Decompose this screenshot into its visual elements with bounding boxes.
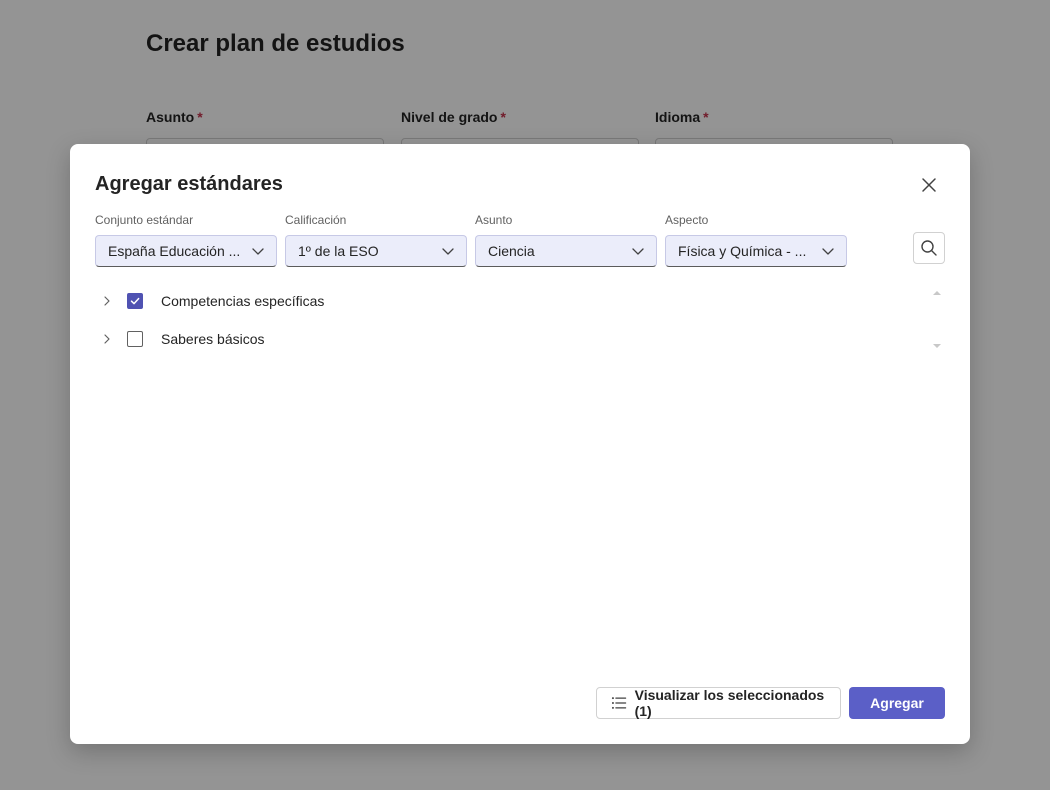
- filter-subject: Asunto Ciencia: [475, 212, 657, 267]
- add-button[interactable]: Agregar: [849, 687, 945, 719]
- chevron-right-icon: [104, 334, 110, 344]
- list-icon: [611, 697, 627, 709]
- chevron-down-icon: [822, 248, 834, 255]
- checkmark-icon: [130, 297, 140, 305]
- scroll-down-arrow[interactable]: [932, 342, 942, 350]
- chevron-down-icon: [252, 248, 264, 255]
- filter-subject-label: Asunto: [475, 213, 513, 227]
- aspect-value: Física y Química - ...: [678, 243, 807, 259]
- close-icon: [922, 178, 936, 192]
- search-icon: [921, 240, 937, 256]
- chevron-down-icon: [442, 248, 454, 255]
- grade-value: 1º de la ESO: [298, 243, 379, 259]
- grade-dropdown[interactable]: 1º de la ESO: [285, 235, 467, 267]
- checkbox-saberes[interactable]: [127, 331, 143, 347]
- filter-standard-set: Conjunto estándar España Educación ...: [95, 212, 277, 267]
- tree-item-label: Saberes básicos: [161, 331, 265, 347]
- view-selected-label: Visualizar los seleccionados (1): [634, 687, 825, 719]
- filter-grade-label: Calificación: [285, 213, 347, 227]
- expand-button[interactable]: [95, 289, 119, 313]
- checkbox-competencias[interactable]: [127, 293, 143, 309]
- scroll-up-arrow[interactable]: [932, 289, 942, 297]
- tree-item-competencias[interactable]: Competencias específicas: [95, 282, 915, 320]
- view-selected-button[interactable]: Visualizar los seleccionados (1): [596, 687, 841, 719]
- tree-item-saberes[interactable]: Saberes básicos: [95, 320, 915, 358]
- filter-aspect: Aspecto Física y Química - ...: [665, 212, 847, 267]
- chevron-right-icon: [104, 296, 110, 306]
- dialog-title: Agregar estándares: [95, 173, 283, 195]
- filter-grade: Calificación 1º de la ESO: [285, 212, 467, 267]
- aspect-dropdown[interactable]: Física y Química - ...: [665, 235, 847, 267]
- filter-standard-set-label: Conjunto estándar: [95, 213, 194, 227]
- chevron-down-icon: [632, 248, 644, 255]
- subject-value: Ciencia: [488, 243, 535, 259]
- close-button[interactable]: [916, 172, 942, 198]
- standard-set-dropdown[interactable]: España Educación ...: [95, 235, 277, 267]
- tree-item-label: Competencias específicas: [161, 293, 325, 309]
- expand-button[interactable]: [95, 327, 119, 351]
- standards-tree: Competencias específicas Saberes básicos: [95, 282, 915, 358]
- standard-set-value: España Educación ...: [108, 243, 241, 259]
- filter-aspect-label: Aspecto: [665, 213, 709, 227]
- subject-dropdown[interactable]: Ciencia: [475, 235, 657, 267]
- add-standards-dialog: Agregar estándares Conjunto estándar Esp…: [70, 144, 970, 744]
- search-button[interactable]: [913, 232, 945, 264]
